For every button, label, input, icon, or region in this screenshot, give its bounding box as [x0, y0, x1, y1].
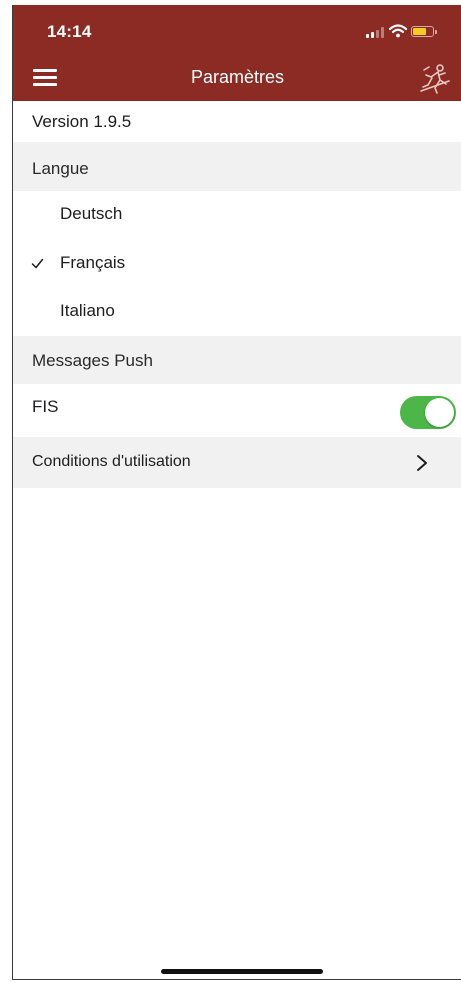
language-option-deutsch[interactable]: Deutsch	[13, 191, 461, 240]
chevron-right-icon	[417, 455, 427, 471]
version-label: Version 1.9.5	[32, 112, 132, 131]
section-header-langue: Langue	[13, 142, 461, 191]
checkmark-icon	[31, 258, 44, 269]
signal-icon	[366, 27, 384, 38]
language-option-francais[interactable]: Français	[13, 240, 461, 289]
section-header-push: Messages Push	[13, 336, 461, 384]
wifi-icon	[389, 24, 407, 38]
page-title: Paramètres	[190, 67, 285, 87]
app-screen: 14:14 Paramètres Version 1.9.5 Langue De…	[12, 5, 461, 980]
version-row: Version 1.9.5	[13, 101, 461, 141]
push-item-label: FIS	[32, 397, 59, 416]
language-label: Italiano	[60, 301, 115, 320]
fis-toggle[interactable]	[400, 396, 456, 429]
conditions-row[interactable]: Conditions d'utilisation	[13, 437, 461, 488]
language-label: Deutsch	[60, 204, 123, 223]
conditions-label: Conditions d'utilisation	[32, 453, 191, 470]
section-title-push: Messages Push	[32, 351, 153, 370]
app-header: 14:14 Paramètres	[13, 5, 461, 101]
language-option-italiano[interactable]: Italiano	[13, 288, 461, 337]
status-icons	[352, 24, 438, 40]
push-item-fis: FIS	[13, 384, 461, 437]
swiss-ski-logo-icon[interactable]	[418, 63, 452, 95]
language-label: Français	[60, 253, 126, 272]
toggle-knob	[425, 398, 454, 427]
section-title-langue: Langue	[32, 159, 89, 178]
status-time: 14:14	[47, 22, 92, 41]
home-indicator[interactable]	[161, 969, 323, 974]
battery-icon	[411, 26, 437, 37]
